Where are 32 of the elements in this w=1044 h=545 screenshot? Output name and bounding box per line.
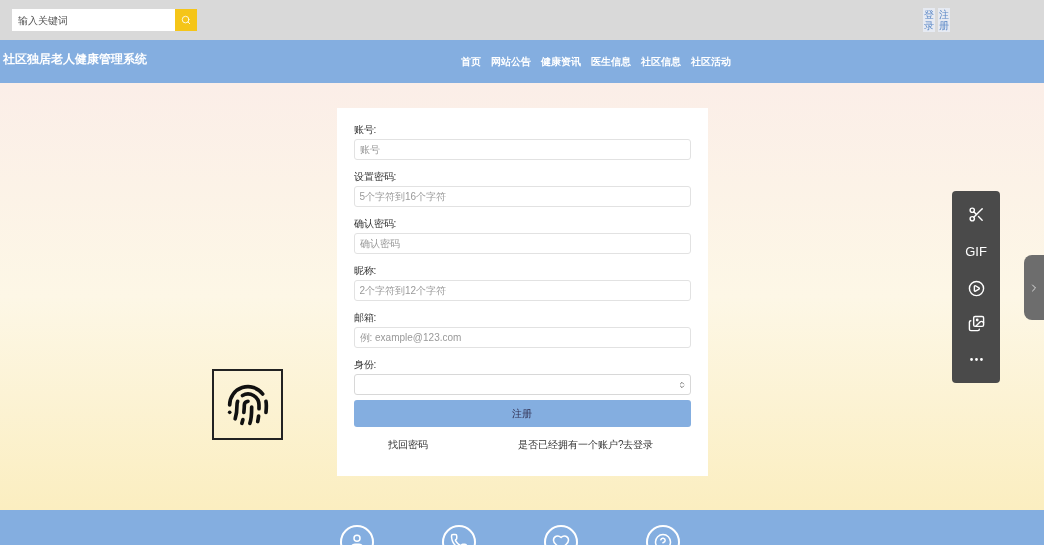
field-label: 身份: — [353, 359, 378, 372]
search-field[interactable]: 输入关键词 — [12, 9, 175, 31]
search-icon — [181, 15, 191, 25]
nav-link[interactable]: 社区信息 — [641, 54, 681, 69]
input-field[interactable]: 2个字符到12个字符 — [353, 280, 691, 301]
field-label: 邮箱: — [353, 312, 378, 325]
account-link[interactable]: 注册 — [938, 8, 950, 32]
field-label: 设置密码: — [353, 171, 398, 184]
nav-link[interactable]: 医生信息 — [591, 54, 631, 69]
nav-link[interactable]: 健康资讯 — [541, 54, 581, 69]
play-icon[interactable] — [967, 279, 985, 297]
input-field[interactable]: 确认密码 — [353, 233, 691, 254]
input-field[interactable]: 例: example@123.com — [353, 327, 691, 348]
nav-link[interactable]: 首页 — [461, 54, 481, 69]
site-title: 社区独居老人健康管理系统 — [3, 51, 147, 68]
select-field[interactable] — [353, 374, 691, 395]
input-field[interactable]: 5个字符到16个字符 — [353, 186, 691, 207]
account-link[interactable]: 登录 — [923, 8, 935, 32]
nav-link[interactable]: 网站公告 — [491, 54, 531, 69]
images-icon[interactable] — [967, 315, 985, 333]
gif-button[interactable]: GIF — [965, 241, 987, 262]
field-label: 确认密码: — [353, 218, 398, 231]
field-label: 账号: — [353, 124, 378, 137]
fingerprint-search-icon — [212, 369, 283, 440]
input-field[interactable]: 账号 — [353, 139, 691, 160]
nav-link[interactable]: 社区活动 — [691, 54, 731, 69]
field-label: 昵称: — [353, 265, 378, 278]
scissors-icon[interactable] — [967, 206, 985, 224]
login-link[interactable]: 是否已经拥有一个账户?去登录 — [517, 437, 654, 452]
recover-password-link[interactable]: 找回密码 — [387, 437, 428, 452]
register-button[interactable]: 注册 — [353, 400, 691, 427]
chevron-icon — [677, 380, 686, 389]
